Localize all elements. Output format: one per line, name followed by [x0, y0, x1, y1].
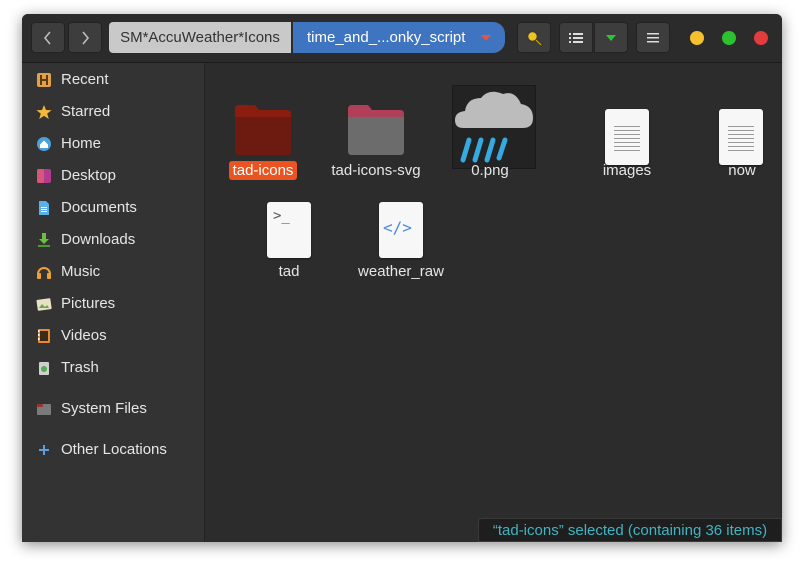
- file-item[interactable]: >_ tad: [234, 194, 344, 288]
- header-bar: SM*AccuWeather*Icons time_and_...onky_sc…: [22, 14, 782, 63]
- image-thumbnail: [452, 85, 536, 169]
- file-name: tad-icons: [208, 161, 318, 180]
- back-button[interactable]: [31, 22, 65, 53]
- file-item[interactable]: </> weather_raw: [346, 194, 456, 288]
- breadcrumb-parent-label: SM*AccuWeather*Icons: [120, 29, 280, 46]
- sidebar-item-label: Recent: [61, 71, 109, 88]
- text-file-icon: [605, 109, 649, 165]
- home-icon: [37, 137, 51, 151]
- trash-icon: [39, 362, 49, 375]
- sidebar-item-label: Pictures: [61, 295, 116, 312]
- file-grid: tad-icons tad-icons-svg 0.png images now…: [205, 63, 782, 542]
- text-file-icon: [719, 109, 763, 165]
- file-name: tad: [278, 263, 300, 280]
- recent-icon: [37, 73, 51, 87]
- status-bar: “tad-icons” selected (containing 36 item…: [478, 518, 782, 542]
- system-files-icon: [37, 404, 51, 415]
- list-view-icon: [569, 32, 583, 43]
- file-manager-window: SM*AccuWeather*Icons time_and_...onky_sc…: [22, 14, 782, 542]
- sidebar-item-recent[interactable]: Recent: [22, 65, 204, 95]
- sidebar-item-downloads[interactable]: Downloads: [22, 225, 204, 255]
- sidebar-item-desktop[interactable]: Desktop: [22, 161, 204, 191]
- sidebar-item-music[interactable]: Music: [22, 257, 204, 287]
- sidebar-item-label: Trash: [61, 359, 99, 376]
- pictures-icon: [36, 298, 52, 311]
- sidebar-item-pictures[interactable]: Pictures: [22, 289, 204, 319]
- sidebar-item-starred[interactable]: Starred: [22, 97, 204, 127]
- sidebar-item-label: Downloads: [61, 231, 136, 248]
- file-name: images: [602, 162, 652, 179]
- sidebar-item-system-files[interactable]: System Files: [22, 394, 204, 424]
- file-item[interactable]: tad-icons: [208, 70, 318, 180]
- chevron-left-icon: [43, 30, 51, 45]
- file-name: now: [728, 162, 756, 179]
- other-locations-icon: [39, 445, 49, 455]
- sidebar-item-trash[interactable]: Trash: [22, 353, 204, 383]
- file-name: weather_raw: [358, 263, 444, 280]
- search-icon: [526, 30, 542, 46]
- minimize-button[interactable]: [690, 31, 704, 45]
- html-file-icon: </>: [379, 202, 423, 258]
- sidebar-item-other-locations[interactable]: Other Locations: [22, 435, 204, 465]
- desktop-icon: [37, 169, 51, 183]
- status-text: “tad-icons” selected (containing 36 item…: [492, 521, 768, 539]
- file-item[interactable]: 0.png: [435, 70, 545, 179]
- file-item[interactable]: now: [687, 70, 782, 179]
- file-item[interactable]: images: [572, 70, 682, 179]
- sidebar-item-label: Music: [61, 263, 101, 280]
- file-item[interactable]: tad-icons-svg: [321, 70, 431, 179]
- sidebar-item-label: Desktop: [61, 167, 117, 184]
- folder-icon: [348, 105, 404, 155]
- close-button[interactable]: [754, 31, 768, 45]
- folder-icon: [235, 105, 291, 155]
- sidebar-item-label: Home: [61, 135, 102, 152]
- triangle-down-icon: [606, 34, 616, 41]
- downloads-icon: [38, 233, 50, 247]
- breadcrumb-parent[interactable]: SM*AccuWeather*Icons: [109, 22, 291, 53]
- script-file-icon: >_: [267, 202, 311, 258]
- sidebar-item-documents[interactable]: Documents: [22, 193, 204, 223]
- sidebar-item-label: Videos: [61, 327, 107, 344]
- view-options-button[interactable]: [594, 22, 628, 53]
- documents-icon: [39, 201, 49, 215]
- sidebar: Recent Starred Home Desktop Documents Do…: [22, 63, 205, 542]
- sidebar-item-label: Starred: [61, 103, 111, 120]
- file-name: tad-icons-svg: [331, 162, 421, 179]
- sidebar-item-home[interactable]: Home: [22, 129, 204, 159]
- sidebar-item-label: Other Locations: [61, 441, 167, 458]
- menu-button[interactable]: [636, 22, 670, 53]
- breadcrumb-current[interactable]: time_and_...onky_script: [293, 22, 505, 53]
- breadcrumb-current-label: time_and_...onky_script: [307, 29, 466, 46]
- chevron-right-icon: [82, 30, 90, 45]
- star-icon: [36, 105, 52, 119]
- maximize-button[interactable]: [722, 31, 736, 45]
- forward-button[interactable]: [68, 22, 102, 53]
- sidebar-item-label: System Files: [61, 400, 147, 417]
- rain-cloud-icon: [455, 91, 533, 163]
- search-button[interactable]: [517, 22, 551, 53]
- sidebar-item-videos[interactable]: Videos: [22, 321, 204, 351]
- list-view-button[interactable]: [559, 22, 593, 53]
- sidebar-item-label: Documents: [61, 199, 137, 216]
- videos-icon: [38, 329, 50, 343]
- hamburger-icon: [647, 32, 659, 42]
- file-name: 0.png: [471, 162, 509, 179]
- music-icon: [37, 267, 51, 279]
- breadcrumb-menu-icon[interactable]: [481, 35, 491, 41]
